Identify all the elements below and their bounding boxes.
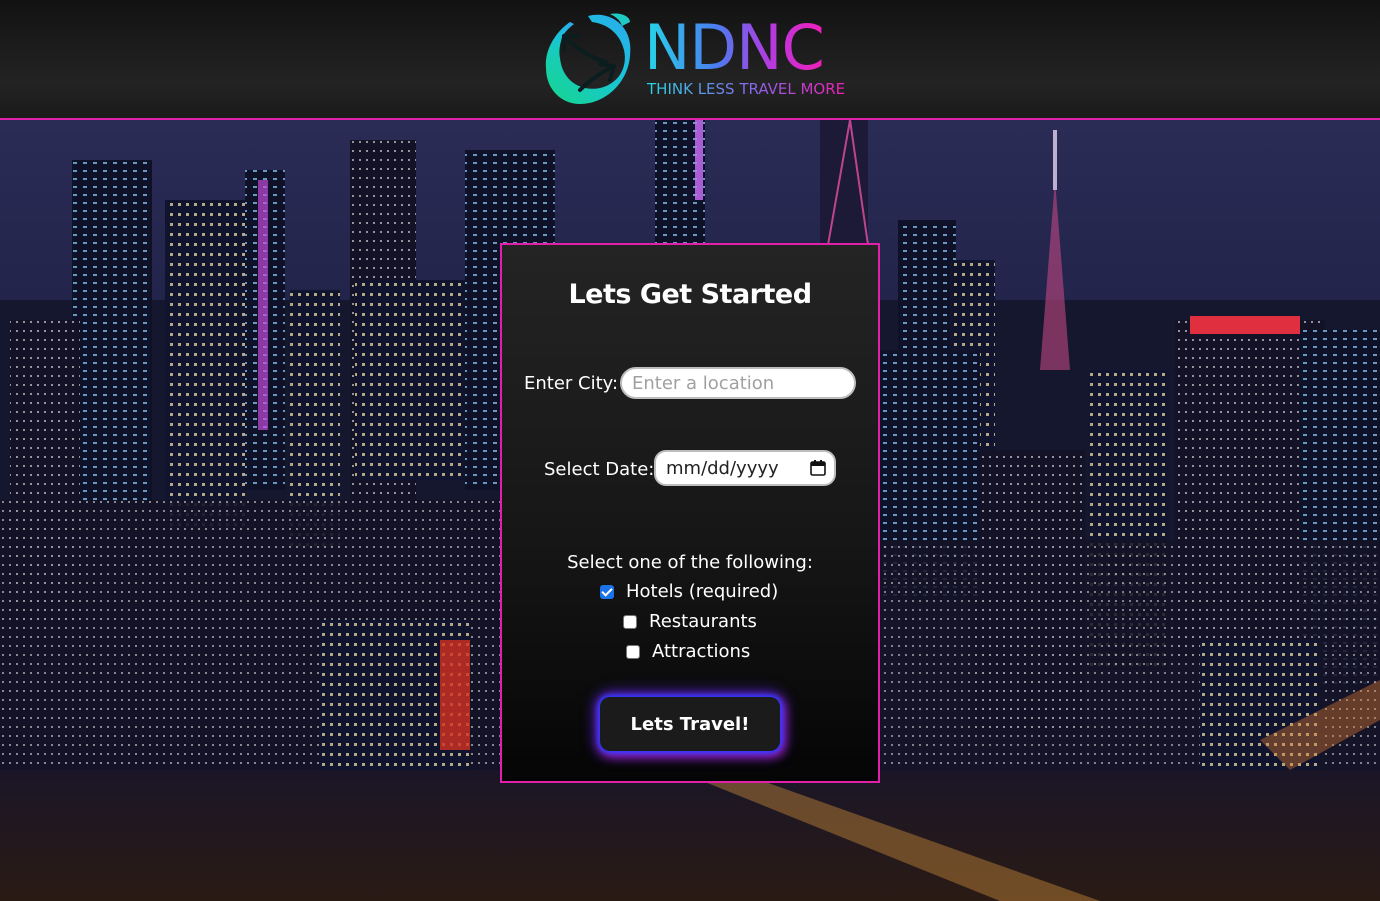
- globe-arrows-icon: [545, 13, 631, 104]
- option-restaurants[interactable]: Restaurants: [623, 611, 757, 632]
- restaurants-checkbox[interactable]: [623, 614, 637, 629]
- city-label: Enter City:: [524, 373, 619, 394]
- option-attractions[interactable]: Attractions: [626, 641, 750, 662]
- restaurants-label: Restaurants: [649, 611, 757, 632]
- options-heading: Select one of the following:: [567, 552, 813, 573]
- date-value: mm/dd/yyyy: [666, 458, 779, 479]
- date-label: Select Date:: [544, 459, 655, 480]
- get-started-form: Lets Get Started Enter City: Select Date…: [500, 243, 880, 783]
- attractions-checkbox[interactable]: [626, 644, 640, 659]
- calendar-icon[interactable]: [810, 460, 826, 476]
- form-title: Lets Get Started: [568, 279, 812, 310]
- date-input[interactable]: mm/dd/yyyy: [654, 450, 836, 486]
- hotels-checkbox[interactable]: [600, 584, 614, 599]
- lets-travel-button[interactable]: Lets Travel!: [600, 697, 780, 751]
- city-input[interactable]: [620, 367, 856, 399]
- brand-name: NDNC: [644, 11, 825, 84]
- brand-tagline: THINK LESS TRAVEL MORE: [647, 80, 846, 98]
- hotels-label: Hotels (required): [626, 581, 779, 602]
- option-hotels[interactable]: Hotels (required): [600, 581, 778, 602]
- attractions-label: Attractions: [652, 641, 751, 662]
- site-header: NDNC THINK LESS TRAVEL MORE: [0, 0, 1380, 120]
- brand-logo[interactable]: NDNC THINK LESS TRAVEL MORE: [540, 8, 845, 112]
